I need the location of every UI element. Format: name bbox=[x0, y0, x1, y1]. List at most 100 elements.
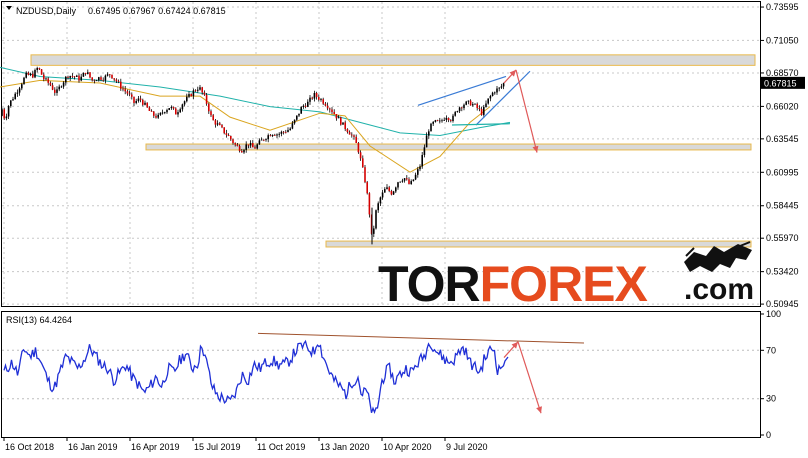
price-tick-label: 0.68570 bbox=[766, 68, 799, 78]
candle-body bbox=[346, 129, 349, 133]
candle-body bbox=[412, 179, 415, 182]
candle-body bbox=[238, 146, 241, 151]
candle-body bbox=[18, 88, 21, 93]
candle-body bbox=[300, 107, 302, 114]
candle-body bbox=[14, 93, 16, 100]
price-tick-label: 0.53420 bbox=[766, 267, 799, 277]
candle-body bbox=[71, 75, 74, 77]
time-tick-label: 16 Apr 2019 bbox=[131, 442, 180, 452]
candle-body bbox=[335, 114, 338, 119]
candle-body bbox=[247, 144, 250, 146]
candle-body bbox=[27, 72, 30, 75]
candle-body bbox=[480, 108, 483, 115]
candle-body bbox=[260, 139, 263, 141]
candle-body bbox=[436, 120, 439, 121]
candle-body bbox=[419, 166, 421, 170]
chart-background bbox=[0, 0, 808, 458]
candle-body bbox=[421, 154, 423, 167]
candle-body bbox=[408, 179, 410, 185]
candle-body bbox=[210, 111, 212, 116]
candle-body bbox=[93, 80, 96, 82]
price-tick-label: 0.73595 bbox=[766, 2, 799, 12]
candle-body bbox=[21, 84, 23, 89]
candle-body bbox=[148, 107, 151, 111]
candle-body bbox=[221, 125, 223, 128]
candle-body bbox=[106, 74, 109, 76]
candle-body bbox=[353, 135, 355, 137]
candle-body bbox=[219, 123, 221, 126]
time-tick-label: 13 Jan 2020 bbox=[320, 442, 370, 452]
candle-body bbox=[34, 70, 36, 78]
torforex-logo: TORFOREX .com bbox=[378, 241, 754, 312]
price-tick-label: 0.63545 bbox=[766, 134, 799, 144]
candle-body bbox=[177, 112, 179, 115]
candle-body bbox=[298, 113, 300, 116]
candle-body bbox=[87, 72, 89, 74]
candle-body bbox=[423, 147, 426, 155]
candle-body bbox=[60, 86, 63, 88]
price-zone bbox=[30, 54, 756, 66]
candle-body bbox=[254, 147, 256, 149]
candle-body bbox=[144, 102, 146, 105]
candle-body bbox=[78, 75, 80, 81]
candle-body bbox=[205, 94, 208, 104]
candle-body bbox=[80, 76, 82, 81]
candle-body bbox=[126, 91, 129, 94]
candle-body bbox=[230, 136, 232, 140]
price-tick-label: 0.60995 bbox=[766, 167, 799, 177]
candle-body bbox=[58, 86, 60, 90]
candle-body bbox=[458, 107, 461, 112]
time-tick-label: 10 Apr 2020 bbox=[383, 442, 432, 452]
candle-body bbox=[201, 87, 203, 93]
candle-body bbox=[225, 133, 228, 136]
current-price-marker: 0.67815 bbox=[761, 76, 805, 89]
candle-body bbox=[43, 74, 45, 80]
candle-body bbox=[203, 92, 206, 95]
logo-tor: TORFOREX bbox=[378, 256, 648, 312]
candle-body bbox=[373, 228, 375, 234]
candle-body bbox=[197, 89, 199, 91]
candle-body bbox=[115, 79, 118, 82]
logo-com: .com bbox=[684, 273, 754, 306]
candle-body bbox=[181, 104, 184, 110]
candle-body bbox=[282, 131, 285, 133]
candle-body bbox=[69, 75, 71, 78]
candle-body bbox=[318, 97, 320, 100]
candle-body bbox=[434, 120, 437, 122]
candle-body bbox=[252, 143, 254, 148]
candle-body bbox=[16, 92, 19, 94]
candle-body bbox=[289, 128, 291, 131]
candle-body bbox=[406, 178, 408, 180]
candle-body bbox=[309, 97, 311, 102]
candle-body bbox=[223, 127, 225, 134]
candle-body bbox=[142, 99, 144, 105]
candle-body bbox=[469, 100, 472, 106]
candle-body bbox=[445, 118, 448, 120]
candle-body bbox=[199, 87, 201, 90]
rsi-label: RSI(13) 64.4264 bbox=[6, 315, 72, 325]
candle-body bbox=[155, 115, 157, 118]
candle-body bbox=[164, 112, 166, 114]
candle-body bbox=[122, 88, 124, 90]
candle-body bbox=[496, 88, 498, 93]
candle-body bbox=[216, 123, 219, 125]
candle-body bbox=[313, 92, 316, 99]
candle-body bbox=[355, 136, 357, 144]
candle-body bbox=[117, 81, 120, 83]
candle-body bbox=[447, 118, 450, 121]
current-price-label: 0.67815 bbox=[764, 78, 797, 88]
candle-body bbox=[159, 112, 162, 115]
price-tick-label: 0.58445 bbox=[766, 201, 799, 211]
candle-body bbox=[36, 68, 38, 71]
candle-body bbox=[461, 107, 463, 109]
candle-body bbox=[287, 130, 289, 133]
candle-body bbox=[232, 139, 234, 144]
candle-body bbox=[7, 106, 10, 117]
candle-body bbox=[326, 105, 329, 109]
candle-body bbox=[467, 100, 470, 102]
candle-body bbox=[366, 182, 368, 194]
candle-body bbox=[40, 69, 43, 75]
candle-body bbox=[1, 109, 3, 116]
candle-body bbox=[146, 102, 148, 108]
price-header: NZDUSD,Daily 0.67495 0.67967 0.67424 0.6… bbox=[6, 6, 226, 16]
